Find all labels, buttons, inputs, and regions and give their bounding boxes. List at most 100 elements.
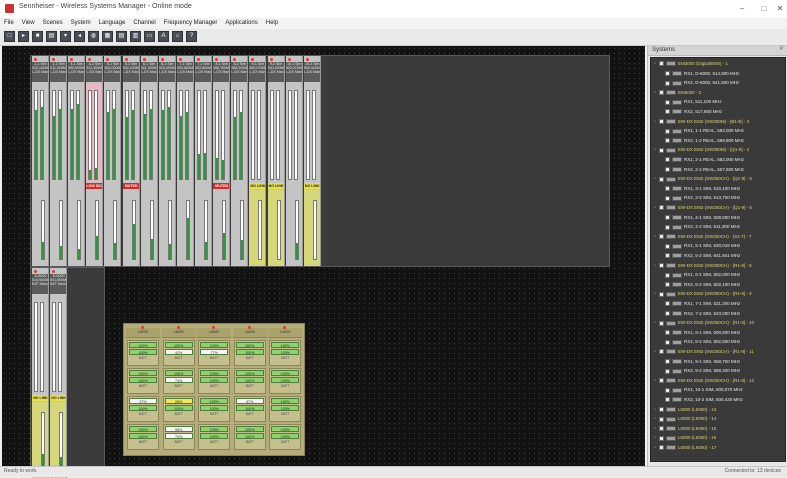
tree-receiver-node[interactable]: RX1, 6-1 SIM, 502,000 MHz [665,271,740,278]
charger-unit[interactable]: L6000 100% 42% BATT 100% 73% BATT 28% 100% BATT 98… [161,326,196,452]
checkbox[interactable] [665,166,670,172]
checkbox[interactable] [665,157,670,163]
top-channel-strip[interactable]: 10-1 Sim500,070MHzL-DX Manual [285,56,303,266]
checkbox[interactable] [665,253,670,259]
checkbox[interactable] [665,387,670,393]
checkbox[interactable] [665,128,670,134]
checkbox[interactable] [659,176,664,182]
charger-unit[interactable]: L6000 100% 77% BATT 100% 100% BATT 100% 100% BATT… [197,326,232,452]
checkbox[interactable] [659,205,664,211]
rack-icon[interactable]: ▥ [130,31,141,42]
top-channel-strip[interactable]: 6-2 Sim502,100MHzL-DX Manual MUTED [122,56,140,266]
menu-applications[interactable]: Applications [221,18,261,29]
text-icon[interactable]: A [158,31,169,42]
chart-icon[interactable]: ▭ [144,31,155,42]
tree-receiver-node[interactable]: RX2, 8-2 SIM, 502,800 MHz [665,338,740,345]
tree-receiver-node[interactable]: RX1, 9-1 SIM, 558,700 MHz [665,358,740,365]
menu-frequency-manager[interactable]: Frequency Manager [160,18,222,29]
menu-language[interactable]: Language [95,18,130,29]
mute-icon[interactable]: ◂ [74,31,85,42]
tree-system-node[interactable]: ▫ EW-DX EM2 (SW300CH) - [S2-7] - 7 [654,233,751,240]
top-channel-strip[interactable]: 8-1 Sim558,700MHzL-DX Manual MUTED [213,56,231,266]
checkbox[interactable] [665,80,670,86]
checkbox[interactable] [659,234,664,240]
tree-receiver-node[interactable]: RX2, 3-2 SIM, 513,700 MHz [665,194,740,201]
checkbox[interactable] [659,291,664,297]
tree-system-node[interactable]: ▫ EM3000 (Digital6000) - 1 [654,60,728,67]
tree-receiver-node[interactable]: RX1, 8-1 SIM, 500,800 MHz [665,329,740,336]
tree-receiver-node[interactable]: RX2, 5-2 SIM, 641,941 MHz [665,252,740,259]
tree-system-node[interactable]: ▫ EW-DX EM2 (SW300CH) - [R1-9] - 12 [654,377,754,384]
tree-receiver-node[interactable]: RX1, 4-1 SIM, 509,000 MHz [665,214,740,221]
top-channel-strip[interactable]: 7-2 Sim502,800MHzL-DX Manual [195,56,213,266]
tree-receiver-node[interactable]: RX2, 9-2 SIM, 568,200 MHz [665,367,740,374]
checkbox[interactable] [665,368,670,374]
top-channel-strip[interactable]: 9-1 Sim500,070MHzL-DX Manual NO LINK [249,56,267,266]
minimize-button[interactable]: – [731,2,753,15]
tree-receiver-node[interactable]: RX2, 1-2 REAL, 569,900 MHz [665,137,744,144]
tree-system-node[interactable]: ▫ L6000 (L6000) - 17 [654,444,716,451]
tree-receiver-node[interactable]: RX1, 2-1 REAL, 562,000 MHz [665,156,744,163]
checkbox[interactable] [659,378,664,384]
checkbox[interactable] [665,99,670,105]
tree-system-node[interactable]: ▫ EW-DX EM2 (SW300M) - [Q1-9] - 4 [654,146,749,153]
top-channel-strip[interactable]: 5-1 Sim502,000MHzL-DX Manual [104,56,122,266]
top-channel-strip[interactable]: 1-2 Sim511,300MHzL-DX Manual [50,56,68,266]
help-icon[interactable]: ? [186,31,197,42]
tree-system-node[interactable]: ▫ L6000 (L6000) - 15 [654,425,716,432]
menu-system[interactable]: System [67,18,95,29]
charger-unit[interactable]: L6000 100% 100% BATT 100% 100% BATT 100% 100% BAT… [268,326,303,452]
new-icon[interactable]: □ [4,31,15,42]
top-channel-strip[interactable]: 4-1 Sim509,000MHzL-DX Manual [68,56,86,266]
menu-scenes[interactable]: Scenes [39,18,67,29]
tree-system-node[interactable]: ▫ EM6000 - 2 [654,89,701,96]
tree-receiver-node[interactable]: RX2, D-6000, 541,600 MHz [665,79,739,86]
tree-receiver-node[interactable]: RX2, 517,800 MHz [665,108,722,115]
checkbox[interactable] [665,282,670,288]
bottom-channel-strip[interactable]: D-6000514,900MHzB1F Manual NO LINK [32,268,49,478]
top-channel-strip[interactable]: 1-1 Sim510,100MHzL-DX Manual [32,56,49,266]
checkbox[interactable] [659,445,664,451]
scan-icon[interactable]: ▾ [60,31,71,42]
tree-receiver-node[interactable]: RX2, 7-2 SIM, 523,000 MHz [665,310,740,317]
checkbox[interactable] [665,186,670,192]
checkbox[interactable] [659,406,664,412]
close-button[interactable]: ✕ [773,2,787,15]
list-icon[interactable]: ▤ [116,31,127,42]
charger-unit[interactable]: L6000 100% 100% BATT 100% 100% BATT 97% 100% BATT… [126,326,160,452]
bottom-channel-strip[interactable]: D-6000541,600MHzB1F Manual NO LINK [50,268,68,478]
tree-receiver-node[interactable]: RX1, 5-1 SIM, 630,016 MHz [665,242,740,249]
grid-icon[interactable]: ▦ [102,31,113,42]
checkbox[interactable] [665,339,670,345]
top-channel-strip[interactable]: 7-1 Sim500,800MHzL-DX Manual [176,56,194,266]
tree-system-node[interactable]: ▫ L6000 (L6000) - 14 [654,415,716,422]
tree-system-node[interactable]: ▫ EW-DX EM2 (SW300CH) - [R1-9] - 10 [654,319,754,326]
tree-system-node[interactable]: ▫ EW-DX EM2 (SW300CH) - [Q1-9] - 6 [654,204,752,211]
checkbox[interactable] [665,358,670,364]
open-icon[interactable]: ▸ [18,31,29,42]
tree-receiver-node[interactable]: RX2, 6-2 SIM, 502,100 MHz [665,281,740,288]
menu-view[interactable]: View [18,18,39,29]
print-icon[interactable]: ▤ [46,31,57,42]
tree-receiver-node[interactable]: RX2, 2-2 REAL, 567,500 MHz [665,166,744,173]
checkbox[interactable] [665,272,670,278]
checkbox[interactable] [665,138,670,144]
tree-system-node[interactable]: ▫ EW-DX EM2 (SW300CH) - [Q1-9] - 5 [654,175,752,182]
monitor-icon[interactable]: ◍ [88,31,99,42]
top-channel-strip[interactable]: 4-2 Sim511,300MHzL-DX Manual LOW SIGNAL [86,56,104,266]
pin-icon[interactable]: # [780,46,783,52]
menu-channel[interactable]: Channel [129,18,159,29]
checkbox[interactable] [659,90,664,96]
top-channel-strip[interactable]: 9-2 Sim500,420MHzL-DX Manual NO LINK [267,56,285,266]
tree-system-node[interactable]: ▫ L6000 (L6000) - 16 [654,434,716,441]
checkbox[interactable] [659,147,664,153]
checkbox[interactable] [659,61,664,67]
checkbox[interactable] [665,214,670,220]
tree-receiver-node[interactable]: RX1, 3-1 SIM, 510,100 MHz [665,185,740,192]
tree-system-node[interactable]: ▫ L6000 (L6000) - 13 [654,406,716,413]
tree-receiver-node[interactable]: RX1, 7-1 SIM, 521,300 MHz [665,300,740,307]
tree-receiver-node[interactable]: RX1, 10-1 SIM, 500,070 MHz [665,386,743,393]
tree-system-node[interactable]: ▫ EW-DX EM2 (SW300CH) - [R1-9] - 9 [654,290,752,297]
charger-unit[interactable]: L6000 100% 100% BATT 100% 100% BATT 97% 100% BATT… [232,326,267,452]
maximize-button[interactable]: □ [753,2,775,15]
